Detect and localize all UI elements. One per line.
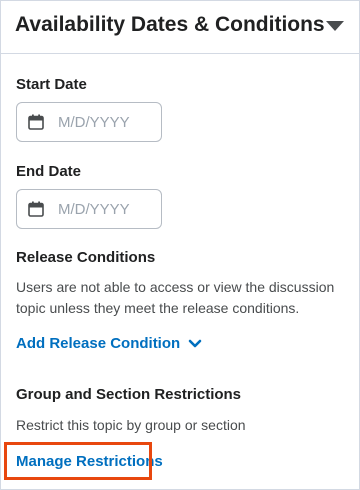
panel-title: Availability Dates & Conditions xyxy=(15,13,325,36)
group-section-restrictions-heading: Group and Section Restrictions xyxy=(16,386,242,403)
release-conditions-description: Users are not able to access or view the… xyxy=(16,279,335,316)
add-release-condition-label: Add Release Condition xyxy=(16,335,181,352)
start-date-label: Start Date xyxy=(16,76,87,93)
panel-header[interactable]: Availability Dates & Conditions xyxy=(1,1,359,54)
restrictions-description: Restrict this topic by group or section xyxy=(16,417,246,433)
start-date-field[interactable] xyxy=(16,102,162,142)
end-date-input[interactable] xyxy=(58,200,158,218)
chevron-down-icon xyxy=(188,339,202,349)
release-conditions-heading: Release Conditions xyxy=(16,249,156,266)
end-date-field[interactable] xyxy=(16,189,162,229)
calendar-icon xyxy=(27,113,45,131)
collapse-button[interactable] xyxy=(323,15,347,37)
start-date-input[interactable] xyxy=(58,113,158,131)
add-release-condition-button[interactable]: Add Release Condition xyxy=(16,335,202,352)
calendar-icon xyxy=(27,200,45,218)
caret-down-icon xyxy=(326,21,344,31)
end-date-label: End Date xyxy=(16,163,82,180)
highlight-box xyxy=(4,442,152,480)
availability-panel: Availability Dates & Conditions Start Da… xyxy=(0,0,360,490)
